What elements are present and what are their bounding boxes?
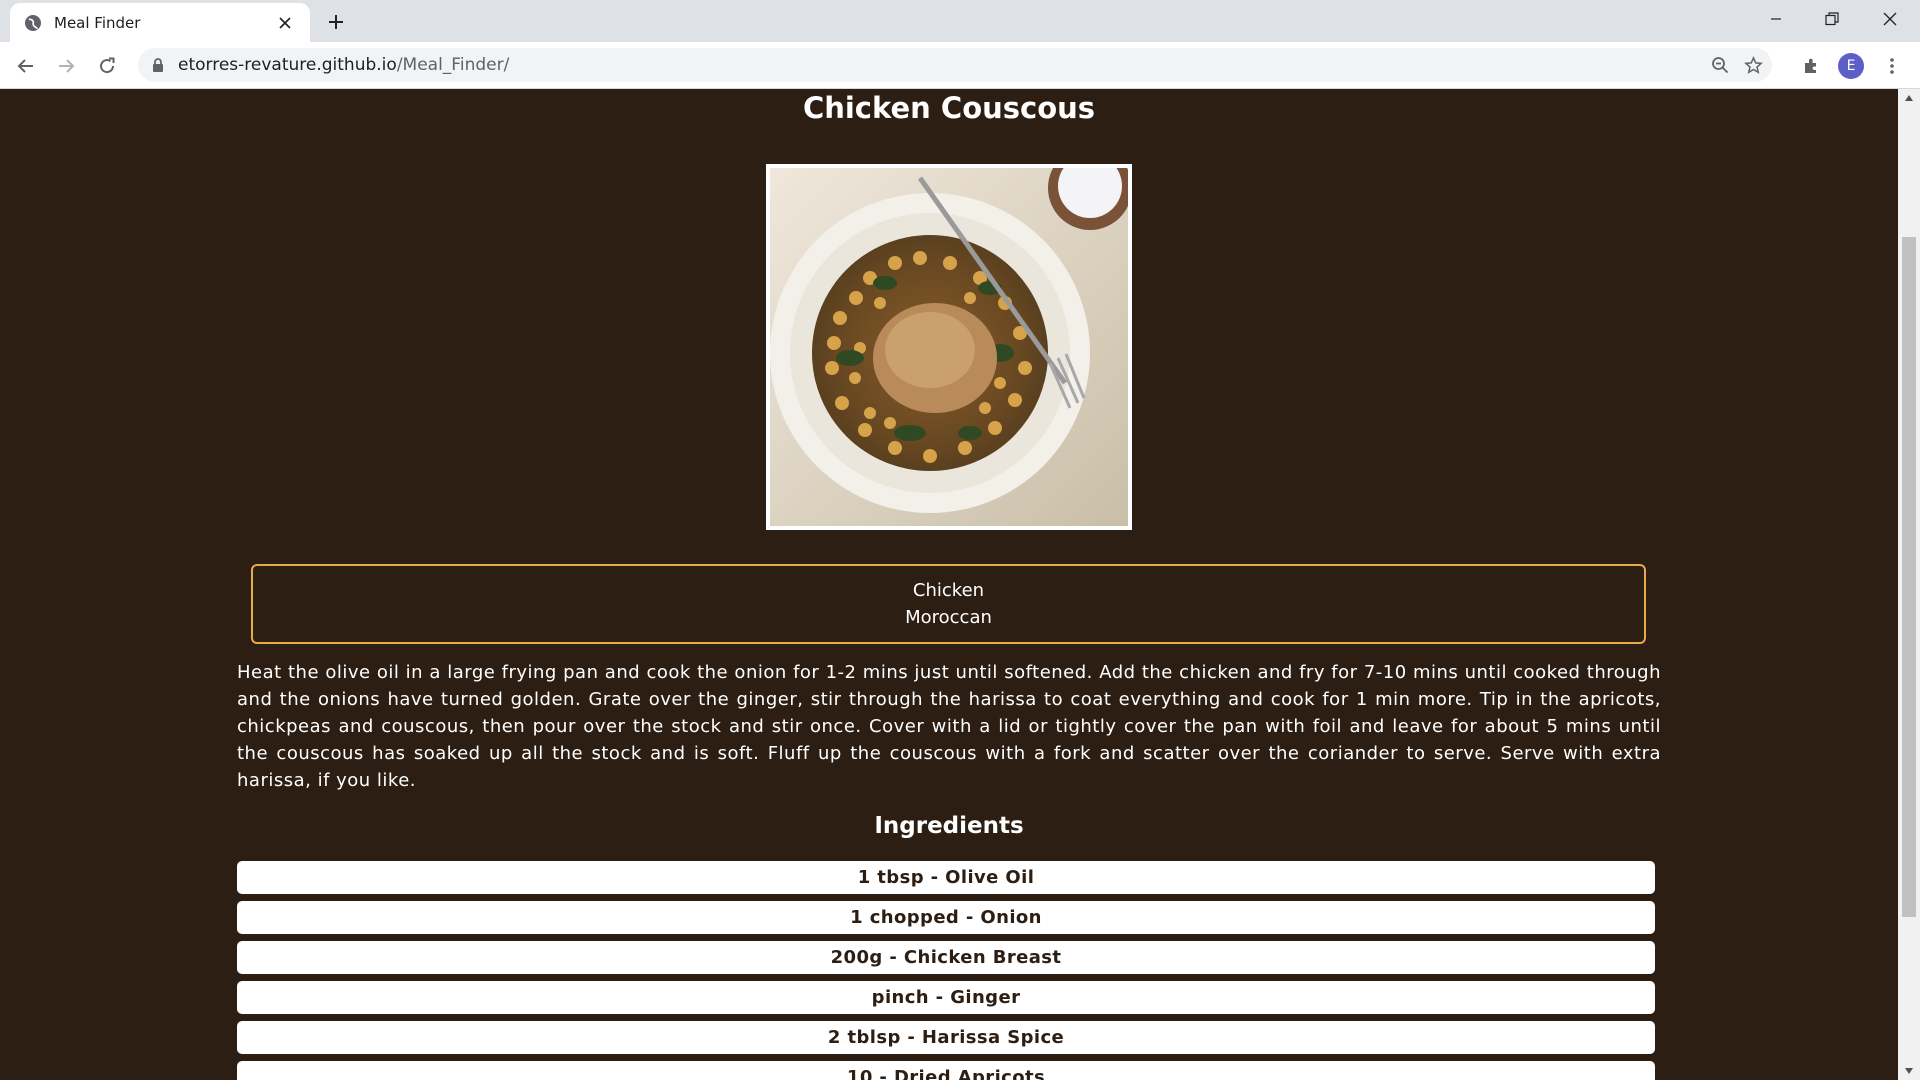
lock-icon[interactable]	[150, 57, 166, 73]
ingredient-item: 10 - Dried Apricots	[237, 1061, 1655, 1080]
ingredient-item: pinch - Ginger	[237, 981, 1655, 1014]
ingredient-list: 1 tbsp - Olive Oil 1 chopped - Onion 200…	[237, 861, 1655, 1080]
scroll-thumb[interactable]	[1902, 237, 1916, 917]
scroll-up-icon[interactable]	[1898, 89, 1920, 107]
browser-window: Meal Finder etorres-revature.github.io/M…	[0, 0, 1920, 1080]
new-tab-icon[interactable]	[322, 8, 350, 36]
menu-kebab-icon[interactable]	[1876, 50, 1908, 82]
ingredient-item: 1 chopped - Onion	[237, 901, 1655, 934]
close-tab-icon[interactable]	[274, 12, 296, 34]
zoom-icon[interactable]	[1708, 53, 1732, 77]
url-path: /Meal_Finder/	[396, 55, 510, 75]
url-host: etorres-revature.github.io	[178, 55, 397, 75]
meal-info-box: Chicken Moroccan	[251, 564, 1646, 644]
ingredient-item: 200g - Chicken Breast	[237, 941, 1655, 974]
ingredient-item: 1 tbsp - Olive Oil	[237, 861, 1655, 894]
bookmark-star-icon[interactable]	[1741, 53, 1765, 77]
tab-meal-finder[interactable]: Meal Finder	[10, 3, 310, 42]
page-content: Chicken Couscous Chicken Moroccan Heat t…	[0, 89, 1898, 1080]
meal-instructions: Heat the olive oil in a large frying pan…	[237, 662, 1661, 791]
back-icon[interactable]	[10, 50, 42, 82]
forward-icon[interactable]	[50, 50, 82, 82]
tab-title: Meal Finder	[54, 13, 141, 32]
ingredients-heading: Ingredients	[874, 813, 1024, 839]
meal-area: Moroccan	[905, 607, 992, 628]
close-window-icon[interactable]	[1862, 0, 1918, 38]
extensions-icon[interactable]	[1795, 50, 1827, 82]
address-bar[interactable]: etorres-revature.github.io/Meal_Finder/	[138, 48, 1772, 82]
scroll-down-icon[interactable]	[1898, 1062, 1920, 1080]
meal-title: Chicken Couscous	[802, 91, 1096, 125]
ingredient-item: 2 tblsp - Harissa Spice	[237, 1021, 1655, 1054]
globe-icon	[24, 14, 42, 32]
profile-avatar[interactable]: E	[1838, 53, 1864, 79]
meal-image	[766, 164, 1132, 530]
reload-icon[interactable]	[91, 50, 123, 82]
page-scrollbar[interactable]	[1898, 89, 1920, 1080]
meal-photo	[770, 168, 1128, 526]
url-text[interactable]: etorres-revature.github.io/Meal_Finder/	[178, 48, 509, 82]
browser-toolbar: etorres-revature.github.io/Meal_Finder/ …	[0, 42, 1920, 89]
minimize-icon[interactable]	[1748, 0, 1804, 38]
meal-category: Chicken	[912, 580, 985, 601]
restore-icon[interactable]	[1804, 0, 1860, 38]
tab-strip: Meal Finder	[0, 0, 1920, 42]
